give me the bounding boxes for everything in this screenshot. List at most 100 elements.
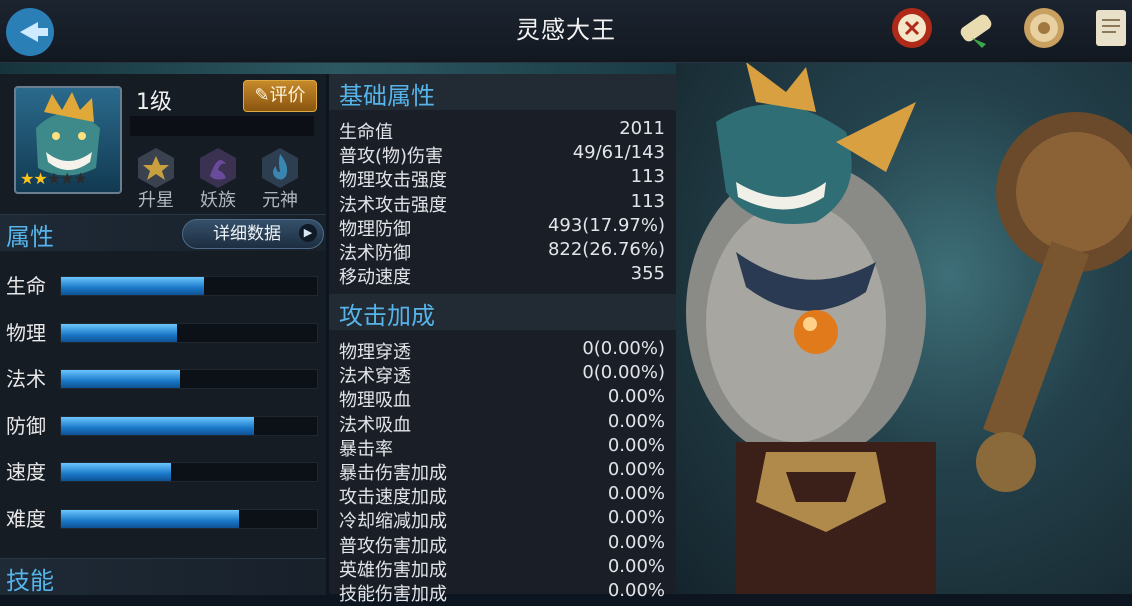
stat-name: 攻击速度加成 (339, 487, 447, 509)
stat-list-item: 暴击率 0.00% (339, 434, 667, 460)
stat-value: 113 (630, 166, 665, 188)
skills-header: 技能 (0, 558, 326, 595)
stat-value: 0.00% (607, 531, 665, 553)
stat-value: 0.00% (607, 434, 665, 456)
stat-list-item: 移动速度 355 (339, 263, 667, 289)
skills-title: 技能 (6, 567, 54, 595)
stat-name: 普攻伤害加成 (339, 535, 447, 557)
background-art-strip (0, 62, 676, 74)
spirit-button[interactable]: 元神 (254, 146, 306, 212)
attribute-bar-fill (61, 323, 178, 342)
stat-value: 0.00% (607, 483, 665, 505)
stat-list-item: 英雄伤害加成 0.00% (339, 555, 667, 581)
stat-value: 0(0.00%) (582, 338, 665, 359)
coin-medal-icon (1024, 8, 1064, 48)
demon-clan-button[interactable]: 妖族 (192, 146, 244, 212)
scroll-button[interactable] (952, 4, 1000, 52)
stat-value: 2011 (619, 118, 665, 139)
star-empty-icon: ★ (46, 169, 61, 188)
attribute-label: 法术 (6, 367, 46, 391)
base-stats-title: 基础属性 (339, 82, 435, 110)
attribute-row: 防御 (0, 402, 326, 446)
attribute-row: 难度 (0, 495, 326, 539)
attack-bonus-title: 攻击加成 (339, 302, 435, 330)
stats-panel: 基础属性 生命值 2011 普攻(物)伤害 49/61/143 物理攻击强度 113 法术攻… (329, 74, 676, 605)
stat-value: 0.00% (607, 580, 665, 601)
attribute-row: 速度 (0, 448, 326, 492)
star-icon: ★ (33, 169, 47, 188)
medal-button[interactable] (1020, 4, 1068, 52)
stat-value: 0.00% (607, 386, 665, 408)
stat-value: 822(26.76%) (547, 239, 665, 260)
attribute-bar-fill (61, 463, 172, 481)
star-icon: ★ (20, 169, 34, 188)
stat-name: 技能伤害加成 (339, 584, 447, 605)
stat-name: 物理防御 (339, 218, 411, 240)
attribute-bar (60, 462, 318, 482)
hero-artwork (676, 62, 1132, 594)
stat-list-item: 法术穿透 0(0.00%) (339, 362, 667, 388)
stat-value: 0.00% (607, 410, 665, 432)
stat-list-item: 物理防御 493(17.97%) (339, 214, 667, 240)
stat-name: 普攻(物)伤害 (339, 146, 444, 168)
hero-level: 1级 (136, 90, 172, 115)
attribute-label: 防御 (6, 413, 46, 438)
stat-list-item: 物理吸血 0.00% (339, 386, 667, 412)
demon-clan-icon (200, 148, 236, 188)
attribute-bar (60, 276, 318, 296)
star-rating: ★★★★★ (20, 169, 88, 188)
stat-name: 法术穿透 (339, 366, 411, 388)
attribute-bar-fill (61, 277, 205, 295)
attribute-bar-fill (61, 416, 255, 435)
scroll-icon (960, 14, 992, 48)
top-bar: 灵感大王 (0, 0, 1132, 63)
stat-list-item: 技能伤害加成 0.00% (339, 580, 667, 605)
stat-value: 355 (630, 263, 665, 285)
star-empty-icon: ★ (60, 169, 74, 188)
stat-name: 生命值 (339, 122, 393, 143)
hero-portrait[interactable]: ★★★★★ (14, 86, 122, 194)
stat-list-item: 暴击伤害加成 0.00% (339, 459, 667, 484)
base-stats-header: 基础属性 (329, 74, 676, 110)
trial-seal-icon (892, 8, 932, 48)
stat-value: 0.00% (607, 555, 665, 577)
stat-value: 493(17.97%) (547, 214, 665, 236)
experience-bar (130, 116, 314, 136)
stat-name: 法术吸血 (339, 414, 411, 436)
stat-list-item: 普攻伤害加成 0.00% (339, 531, 667, 557)
detailed-data-button[interactable]: 详细数据 ▶ (182, 219, 324, 249)
stat-list-item: 法术攻击强度 113 (339, 191, 667, 216)
attribute-row: 物理 (0, 309, 326, 353)
edit-icon: ✎ (254, 85, 270, 106)
attribute-bar-fill (61, 509, 239, 528)
attribute-label: 难度 (6, 506, 46, 531)
attribute-bar-fill (61, 370, 181, 388)
stat-value: 0.00% (607, 507, 665, 529)
spirit-flame-icon (262, 148, 298, 188)
stat-list-item: 普攻(物)伤害 49/61/143 (339, 142, 667, 168)
stat-value: 0.00% (607, 459, 665, 480)
trial-seal-button[interactable] (888, 4, 936, 52)
stat-name: 暴击伤害加成 (339, 463, 447, 484)
stat-list-item: 生命值 2011 (339, 118, 667, 143)
attributes-header: 属性 详细数据 ▶ (0, 214, 326, 251)
stat-name: 物理攻击强度 (339, 170, 447, 192)
attribute-label: 速度 (6, 460, 46, 484)
stat-list-item: 冷却缩减加成 0.00% (339, 507, 667, 533)
upgrade-star-button[interactable]: 升星 (130, 146, 182, 212)
stat-name: 物理穿透 (339, 342, 411, 363)
document-button[interactable] (1086, 4, 1132, 52)
arrow-right-icon: ▶ (299, 224, 317, 242)
stat-value: 49/61/143 (572, 142, 665, 164)
stat-list-item: 攻击速度加成 0.00% (339, 483, 667, 509)
attribute-bar (60, 415, 318, 436)
attribute-row: 生命 (0, 262, 326, 306)
star-badge-icon (138, 148, 174, 188)
stat-name: 英雄伤害加成 (339, 559, 447, 581)
attributes-title: 属性 (6, 223, 54, 251)
stat-name: 冷却缩减加成 (339, 511, 447, 533)
evaluate-button[interactable]: ✎评价 (243, 80, 317, 112)
stat-name: 移动速度 (339, 267, 411, 289)
stat-name: 物理吸血 (339, 390, 411, 412)
stat-name: 法术攻击强度 (339, 194, 447, 216)
